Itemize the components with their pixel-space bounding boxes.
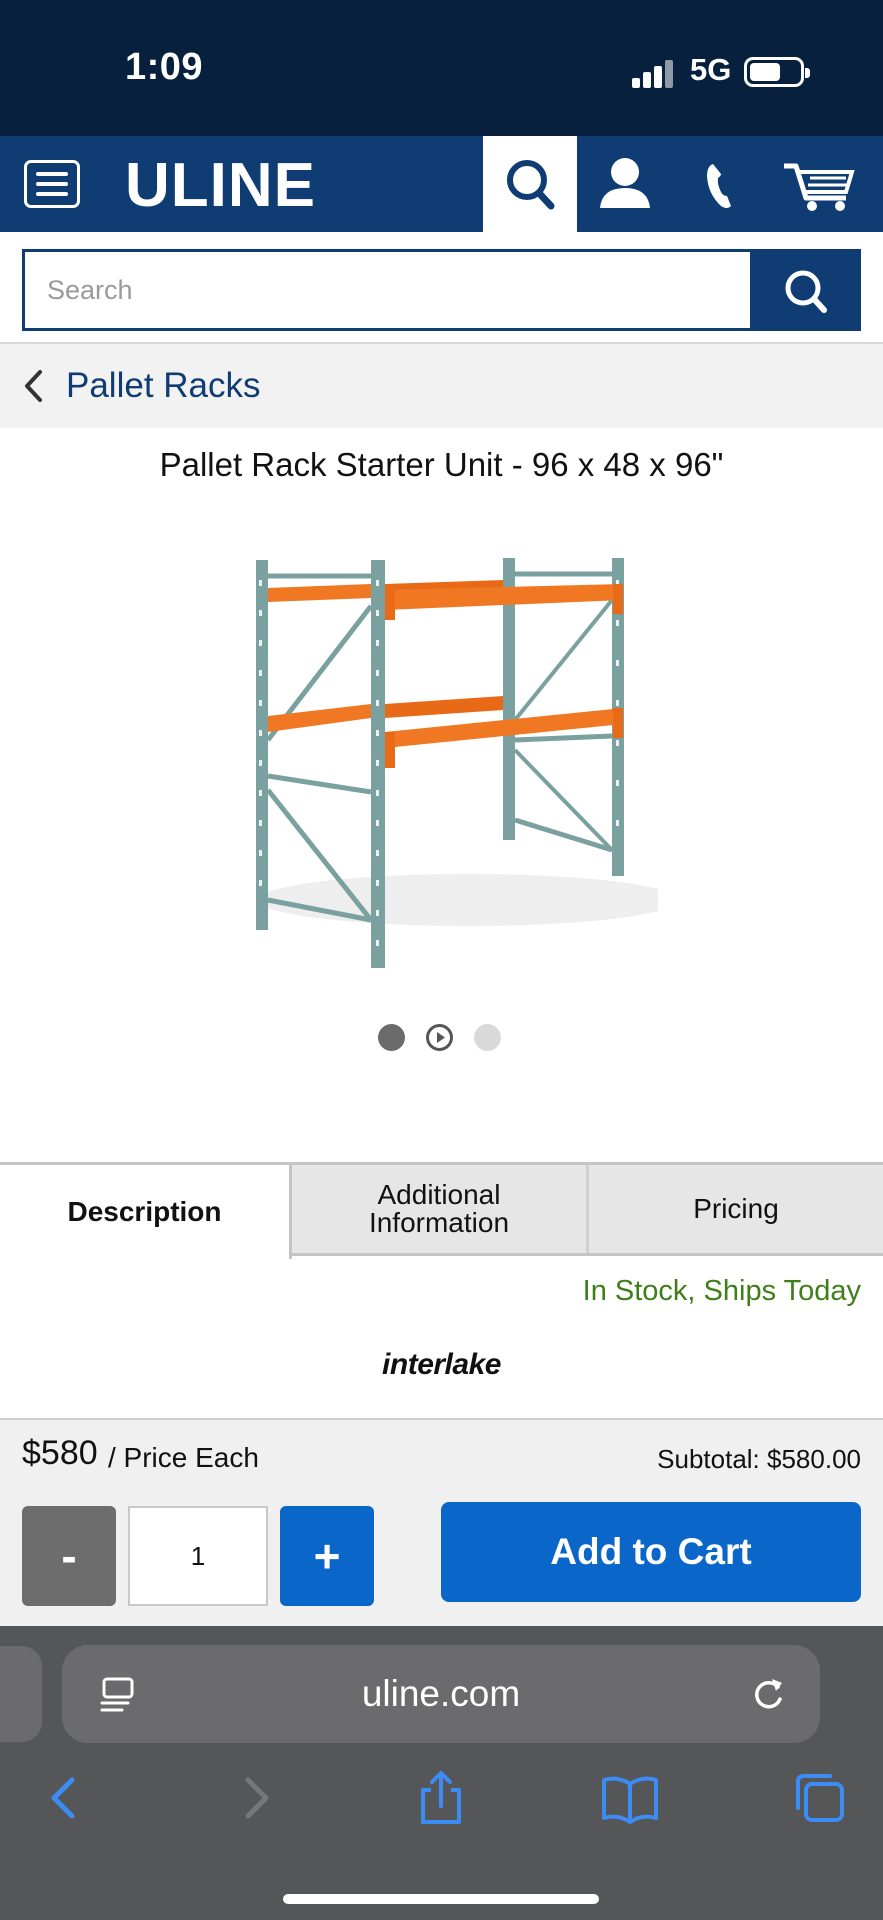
chevron-left-icon [25, 370, 42, 402]
quantity-increase-button[interactable]: + [280, 1506, 374, 1606]
carousel-dot[interactable] [474, 1024, 501, 1051]
user-icon [600, 158, 650, 208]
tab-description[interactable]: Description [0, 1165, 292, 1259]
quantity-input[interactable] [128, 1506, 268, 1606]
page: 1:09 5G ULINE Search Pallet Racks Pallet… [0, 0, 883, 1920]
phone-button[interactable] [675, 136, 765, 232]
address-bar[interactable]: uline.com [62, 1645, 820, 1743]
network-label: 5G [690, 52, 732, 87]
bookmarks-icon[interactable] [600, 1768, 660, 1828]
browser-chrome: uline.com [0, 1626, 883, 1920]
uline-logo[interactable]: ULINE [125, 150, 316, 221]
url-text[interactable]: uline.com [62, 1673, 820, 1715]
search-input[interactable] [22, 249, 750, 331]
carousel-video-dot[interactable] [426, 1024, 453, 1051]
phone-icon [707, 164, 731, 208]
home-indicator [283, 1894, 599, 1904]
status-bar: 1:09 5G [0, 0, 883, 136]
purchase-panel: $580 / Price Each Subtotal: $580.00 - + … [0, 1418, 883, 1626]
tab-pricing[interactable]: Pricing [589, 1165, 883, 1253]
previous-tab-preview[interactable] [0, 1646, 42, 1742]
product-title: Pallet Rack Starter Unit - 96 x 48 x 96" [159, 446, 724, 483]
status-time: 1:09 [125, 46, 204, 88]
pallet-rack-image [256, 558, 678, 968]
breadcrumb[interactable]: Pallet Racks [0, 344, 883, 428]
battery-icon [744, 57, 810, 87]
tab-additional-information[interactable]: Additional Information [292, 1165, 589, 1253]
hamburger-menu-icon[interactable] [24, 160, 80, 208]
header-search-button[interactable] [483, 136, 577, 232]
cart-icon [784, 163, 855, 211]
tabs-icon[interactable] [790, 1768, 850, 1828]
price: $580 [22, 1434, 98, 1472]
account-button[interactable] [580, 136, 670, 232]
play-icon [437, 1032, 445, 1043]
carousel-dot-active[interactable] [378, 1024, 405, 1051]
back-icon[interactable] [34, 1768, 94, 1828]
search-icon [785, 270, 827, 313]
signal-icon [632, 60, 676, 88]
brand-logo: interlake [382, 1348, 501, 1381]
image-carousel-dots [376, 1024, 506, 1052]
reload-icon[interactable] [748, 1673, 788, 1715]
availability-status: In Stock, Ships Today [582, 1275, 861, 1307]
search-icon [507, 160, 555, 210]
site-header: ULINE [0, 136, 883, 232]
quantity-decrease-button[interactable]: - [22, 1506, 116, 1606]
search-submit-button[interactable] [750, 249, 861, 331]
cart-button[interactable] [770, 136, 870, 232]
product-image[interactable] [238, 540, 678, 980]
add-to-cart-button[interactable]: Add to Cart [441, 1502, 861, 1602]
forward-icon[interactable] [226, 1768, 286, 1828]
price-unit: / Price Each [108, 1442, 259, 1473]
subtotal: Subtotal: $580.00 [657, 1444, 861, 1474]
breadcrumb-label[interactable]: Pallet Racks [66, 366, 261, 406]
share-icon[interactable] [411, 1768, 471, 1828]
search-row [0, 232, 883, 344]
product-tabs: Description Additional Information Prici… [0, 1162, 883, 1259]
